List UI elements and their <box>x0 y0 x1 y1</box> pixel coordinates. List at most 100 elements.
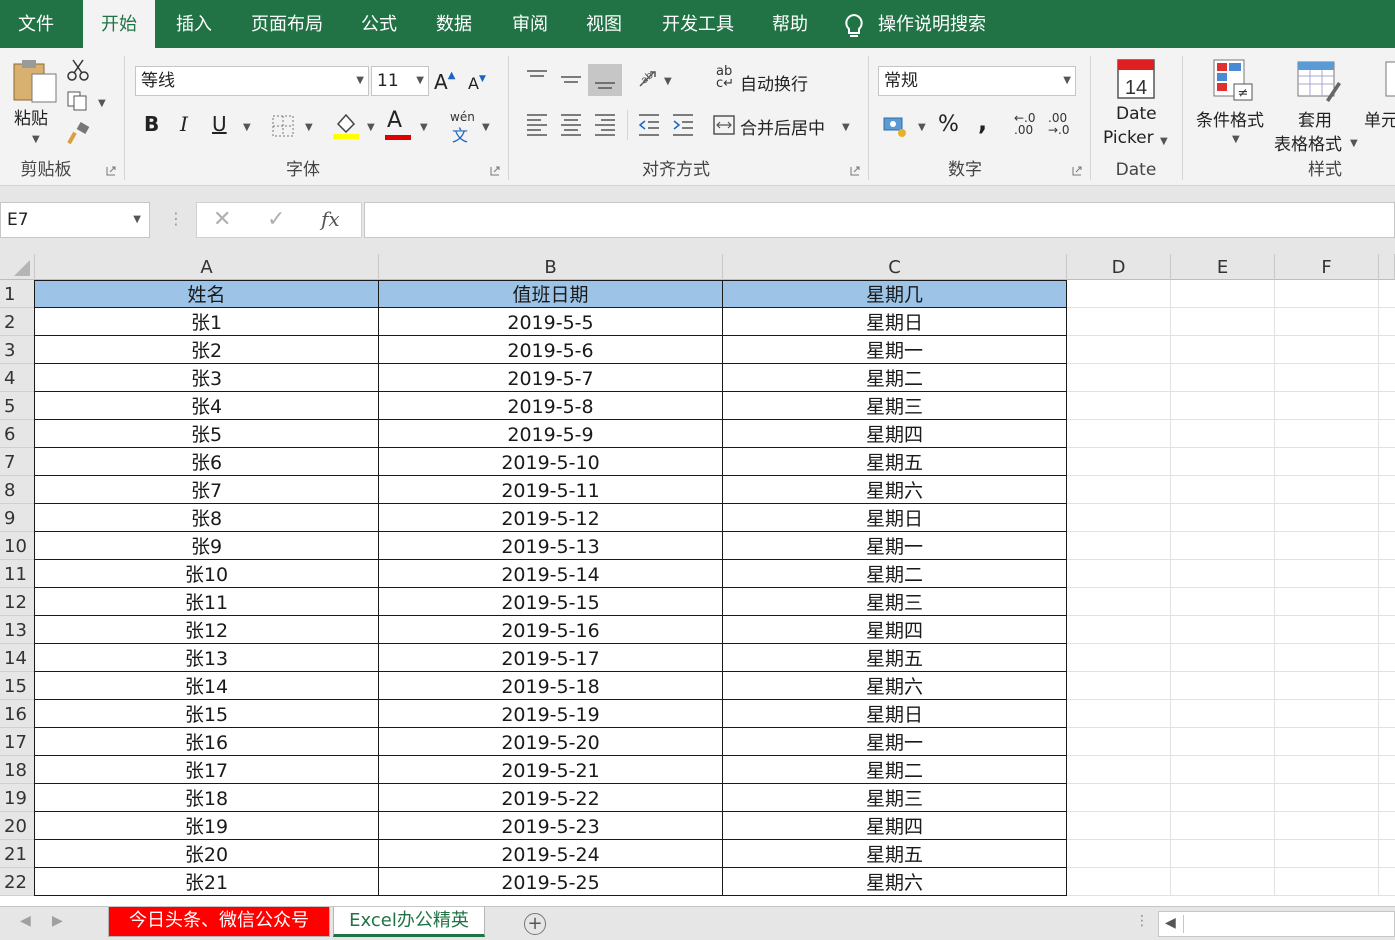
cell-styles-icon[interactable] <box>1384 60 1395 98</box>
tell-me-search[interactable]: 操作说明搜索 <box>878 0 986 48</box>
table-cell[interactable]: 星期一 <box>723 728 1067 756</box>
wrap-text-icon[interactable]: ab c↵ <box>716 65 734 90</box>
table-cell[interactable]: 星期四 <box>723 420 1067 448</box>
tab-page-layout[interactable]: 页面布局 <box>240 0 334 48</box>
table-cell[interactable]: 星期三 <box>723 588 1067 616</box>
fill-color-icon[interactable] <box>332 110 360 140</box>
table-cell[interactable]: 星期一 <box>723 532 1067 560</box>
column-header-d[interactable]: D <box>1067 254 1171 280</box>
table-cell[interactable]: 2019-5-15 <box>379 588 723 616</box>
formula-bar-grip-icon[interactable]: ⋮ <box>168 208 184 230</box>
table-cell[interactable]: 星期六 <box>723 672 1067 700</box>
row-header[interactable]: 7 <box>0 448 35 476</box>
table-cell[interactable]: 张1 <box>35 308 379 336</box>
row-header[interactable]: 11 <box>0 560 35 588</box>
row-header[interactable]: 19 <box>0 784 35 812</box>
next-sheet-icon[interactable]: ▶ <box>52 913 63 929</box>
table-cell[interactable]: 2019-5-19 <box>379 700 723 728</box>
row-header[interactable]: 16 <box>0 700 35 728</box>
table-cell[interactable]: 2019-5-8 <box>379 392 723 420</box>
table-cell[interactable]: 2019-5-22 <box>379 784 723 812</box>
prev-sheet-icon[interactable]: ◀ <box>20 913 31 929</box>
table-cell[interactable]: 星期二 <box>723 364 1067 392</box>
table-cell[interactable]: 2019-5-9 <box>379 420 723 448</box>
merge-center-button[interactable]: 合并后居中 <box>740 114 825 139</box>
tab-data[interactable]: 数据 <box>418 0 490 48</box>
cell-styles-button[interactable]: 单元 <box>1364 106 1395 131</box>
table-cell[interactable]: 张15 <box>35 700 379 728</box>
number-launcher-icon[interactable] <box>1072 166 1082 176</box>
date-picker-button-line2[interactable]: Picker <box>1103 128 1154 148</box>
format-as-table-button-line2[interactable]: 表格格式 <box>1274 130 1342 155</box>
table-cell[interactable]: 张14 <box>35 672 379 700</box>
decrease-indent-icon[interactable] <box>636 112 662 136</box>
underline-button[interactable]: U <box>212 112 227 136</box>
table-cell[interactable]: 星期三 <box>723 784 1067 812</box>
column-header-c[interactable]: C <box>723 254 1067 280</box>
font-name-select[interactable]: 等线 ▼ <box>135 66 369 96</box>
row-header[interactable]: 4 <box>0 364 35 392</box>
format-painter-icon[interactable] <box>66 122 92 146</box>
table-cell[interactable]: 2019-5-20 <box>379 728 723 756</box>
table-cell[interactable]: 张5 <box>35 420 379 448</box>
table-cell[interactable]: 张7 <box>35 476 379 504</box>
table-cell[interactable]: 星期六 <box>723 868 1067 896</box>
italic-button[interactable]: I <box>180 112 188 136</box>
borders-dropdown-icon[interactable]: ▼ <box>305 122 313 133</box>
sheet-tab-excel[interactable]: Excel办公精英 <box>333 907 485 937</box>
table-cell[interactable]: 2019-5-25 <box>379 868 723 896</box>
accounting-dropdown-icon[interactable]: ▼ <box>918 122 926 133</box>
date-picker-dropdown-icon[interactable]: ▼ <box>1160 136 1168 147</box>
copy-dropdown-icon[interactable]: ▼ <box>98 98 106 109</box>
conditional-dropdown-icon[interactable]: ▼ <box>1232 134 1240 145</box>
table-cell[interactable]: 张21 <box>35 868 379 896</box>
table-cell[interactable]: 2019-5-11 <box>379 476 723 504</box>
paste-icon[interactable] <box>10 58 60 104</box>
enter-icon[interactable]: ✓ <box>267 207 285 232</box>
table-cell[interactable]: 2019-5-14 <box>379 560 723 588</box>
table-cell[interactable]: 星期五 <box>723 448 1067 476</box>
increase-indent-icon[interactable] <box>670 112 696 136</box>
table-cell[interactable]: 张20 <box>35 840 379 868</box>
table-cell[interactable]: 张12 <box>35 616 379 644</box>
table-cell[interactable]: 2019-5-6 <box>379 336 723 364</box>
row-header[interactable]: 10 <box>0 532 35 560</box>
align-center-icon[interactable] <box>558 112 584 136</box>
table-cell[interactable]: 张10 <box>35 560 379 588</box>
table-cell[interactable]: 张18 <box>35 784 379 812</box>
add-sheet-icon[interactable]: + <box>524 913 546 935</box>
table-cell[interactable]: 星期一 <box>723 336 1067 364</box>
paste-button[interactable]: 粘贴 <box>14 104 48 129</box>
table-cell[interactable]: 张2 <box>35 336 379 364</box>
merge-dropdown-icon[interactable]: ▼ <box>842 122 850 133</box>
table-cell[interactable]: 2019-5-17 <box>379 644 723 672</box>
align-top-icon[interactable] <box>524 68 550 90</box>
copy-icon[interactable] <box>66 90 92 112</box>
cut-icon[interactable] <box>66 58 90 82</box>
table-cell[interactable]: 张3 <box>35 364 379 392</box>
horizontal-scrollbar[interactable]: ◀ <box>1158 911 1395 937</box>
row-header[interactable]: 20 <box>0 812 35 840</box>
row-header[interactable]: 13 <box>0 616 35 644</box>
formula-input[interactable] <box>364 202 1395 238</box>
date-picker-button[interactable]: Date <box>1116 104 1157 124</box>
table-cell[interactable]: 星期六 <box>723 476 1067 504</box>
name-box[interactable]: E7 ▼ <box>0 202 150 238</box>
decrease-font-icon[interactable]: A▼ <box>468 74 486 93</box>
table-cell[interactable]: 2019-5-18 <box>379 672 723 700</box>
row-header[interactable]: 12 <box>0 588 35 616</box>
decrease-decimal-icon[interactable]: .00 →.0 <box>1048 112 1070 136</box>
table-cell[interactable]: 张13 <box>35 644 379 672</box>
increase-font-icon[interactable]: A▲ <box>434 70 455 94</box>
orientation-icon[interactable]: ab <box>636 68 664 92</box>
scrollbar-thumb[interactable] <box>1183 915 1393 933</box>
tab-file[interactable]: 文件 <box>0 0 72 48</box>
row-header[interactable]: 22 <box>0 868 35 896</box>
row-header[interactable]: 1 <box>0 280 35 308</box>
table-cell[interactable]: 星期五 <box>723 644 1067 672</box>
tab-review[interactable]: 审阅 <box>494 0 566 48</box>
select-all-button[interactable] <box>0 254 35 280</box>
column-header-a[interactable]: A <box>35 254 379 280</box>
table-cell[interactable]: 星期日 <box>723 700 1067 728</box>
paste-dropdown-icon[interactable]: ▼ <box>32 134 40 145</box>
